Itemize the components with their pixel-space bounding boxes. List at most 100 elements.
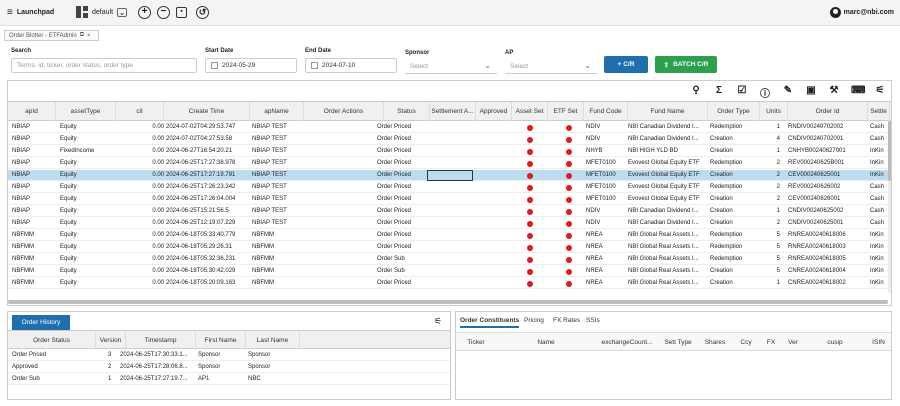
cell-orderId: RNREA00240618006 [788, 232, 846, 238]
cell-settle: Cash [870, 220, 885, 226]
search-input[interactable]: Terms: id, ticker, order status, order t… [11, 58, 197, 73]
layout-selector[interactable]: default ⌄ [76, 6, 128, 18]
end-date-field[interactable]: 2024-07-10 [305, 58, 397, 73]
column-header[interactable]: apId [8, 102, 56, 121]
column-header[interactable]: Order Status [8, 331, 96, 350]
sponsor-label: Sponsor [405, 50, 430, 56]
table-row[interactable]: NBIAP FixedIncome 0.00 2024-06-27T16:54:20.… [8, 146, 891, 157]
batch-cr-button[interactable]: ⇪ BATCH C/R [655, 56, 717, 73]
launchpad-menu[interactable]: ≡ Launchpad [7, 7, 54, 18]
column-header[interactable]: cusip [804, 333, 866, 352]
column-header[interactable]: Order Actions [304, 102, 384, 121]
column-header[interactable]: Ver [782, 333, 804, 352]
column-header[interactable]: Last Name [246, 331, 300, 350]
column-header[interactable]: Units [760, 102, 788, 121]
close-icon[interactable]: × [87, 33, 91, 39]
cell-units: 2 [776, 220, 780, 226]
tab-order-history[interactable]: Order History [12, 315, 70, 331]
column-header[interactable]: Settlement A... [430, 102, 476, 121]
column-header[interactable]: Version [96, 331, 126, 350]
column-header[interactable]: Order Type [708, 102, 760, 121]
column-header[interactable]: ISIN [866, 333, 891, 352]
history-row[interactable]: Approved 2 2024-06-25T17:28:06.8... Sponsor… [8, 362, 450, 373]
checkbox-icon[interactable]: ☑ [736, 85, 748, 96]
cell-assetType: Equity [60, 196, 77, 202]
vertical-scrollbar[interactable] [888, 121, 891, 293]
column-header[interactable]: exchangeCount... [596, 333, 658, 352]
column-header[interactable]: Fund Name [628, 102, 708, 121]
save-icon[interactable]: ▪ [176, 7, 187, 18]
tab-order-constituents[interactable]: Order Constituents [460, 317, 520, 328]
table-row[interactable]: NBIAP Equity 0.00 2024-06-25T17:27:19.791 NB… [8, 170, 891, 181]
popout-icon[interactable]: ⧉ [80, 32, 84, 39]
column-header[interactable]: cil [116, 102, 164, 121]
column-header[interactable]: ETF Set [548, 102, 584, 121]
table-row[interactable]: NBIAP Equity 0.00 2024-06-25T17:26:23.342 NB… [8, 182, 891, 193]
column-header[interactable]: Shares [698, 333, 732, 352]
start-date-field[interactable]: 2024-05-29 [205, 58, 297, 73]
info-icon[interactable]: ⓘ [759, 85, 771, 100]
save-icon[interactable]: ▣ [805, 85, 817, 96]
tab-ssis[interactable]: SSIs [586, 317, 600, 324]
horizontal-scrollbar[interactable] [8, 300, 888, 304]
wrench-icon[interactable]: ⚒ [828, 85, 840, 96]
cell-orderId: CNREA00240618004 [788, 268, 846, 274]
tab-pricing[interactable]: Pricing [524, 317, 544, 324]
user-account[interactable]: marc@nbi.com [829, 7, 894, 18]
clear-filter-icon[interactable]: ⚟ [434, 316, 442, 327]
end-date-value: 2024-07-10 [322, 62, 356, 69]
ap-select[interactable]: Select ⌄ [505, 59, 597, 74]
cell-settle: InKin [870, 232, 884, 238]
table-row[interactable]: NBFMM Equity 0.00 2024-06-18T05:32:36.231 NB… [8, 254, 891, 265]
cell-orderType: Creation [710, 196, 733, 202]
column-header[interactable]: Status [384, 102, 430, 121]
history-row[interactable]: Order Sub 1 2024-06-25T17:27:19.7... AP1 NBC [8, 374, 450, 385]
cell-apName: NBIAP TEST [252, 220, 287, 226]
tab-fx-rates[interactable]: FX Rates [553, 317, 580, 324]
search-placeholder: Terms: id, ticker, order status, order t… [17, 62, 133, 69]
column-header[interactable]: apName [250, 102, 304, 121]
table-row[interactable]: NBFMM Equity 0.00 2024-06-18T05:33:40.779 NB… [8, 230, 891, 241]
keyboard-icon[interactable]: ⌨ [851, 85, 865, 96]
table-row[interactable]: NBIAP Equity 0.00 2024-07-02T04:29:53.747 NB… [8, 122, 891, 133]
create-redeem-button[interactable]: + C/R [604, 56, 648, 73]
tab-order-blotter[interactable]: Order Blotter - ETFAdmin ⧉ × [4, 30, 99, 41]
column-header[interactable]: assetType [56, 102, 116, 121]
column-header[interactable]: Ticker [456, 333, 496, 352]
column-header[interactable]: Create Time [164, 102, 250, 121]
table-row[interactable]: NBIAP Equity 0.00 2024-06-25T15:21:56.5 NBIA… [8, 206, 891, 217]
column-header[interactable]: Order Id [788, 102, 868, 121]
sigma-icon[interactable]: Σ [713, 85, 725, 96]
cell-fundName: NBI HIGH YLD BD [628, 148, 678, 154]
history-icon[interactable]: ↺ [196, 6, 209, 19]
cell-fundCode: NREA [586, 256, 603, 262]
cell-createTime: 2024-06-25T17:26:04.004 [166, 196, 236, 202]
table-row[interactable]: NBIAP Equity 0.00 2024-06-25T12:19:07.229 NB… [8, 218, 891, 229]
search-icon[interactable]: ⚲ [690, 85, 702, 96]
column-header[interactable]: Approved [476, 102, 512, 121]
column-header[interactable]: Timestamp [126, 331, 196, 350]
add-circle-icon[interactable]: + [138, 6, 151, 19]
column-header[interactable]: First Name [196, 331, 246, 350]
table-row[interactable]: NBFMM Equity 0.00 2024-06-18T05:29:26.31 NBF… [8, 242, 891, 253]
column-header[interactable]: Settle [868, 102, 890, 121]
column-header[interactable]: Name [496, 333, 596, 352]
history-row[interactable]: Order Priced 3 2024-06-25T17:30:33.1... Spo… [8, 350, 450, 361]
clear-filter-icon[interactable]: ⚟ [874, 85, 886, 96]
cell-orderType: Creation [710, 220, 733, 226]
column-header[interactable]: Ccy [732, 333, 760, 352]
column-header[interactable]: Sett Type [658, 333, 698, 352]
cell-apName: NBFMM [252, 280, 274, 286]
sponsor-select[interactable]: Select ⌄ [405, 59, 497, 74]
table-row[interactable]: NBIAP Equity 0.00 2024-06-25T17:27:38.978 NB… [8, 158, 891, 169]
column-header[interactable]: FX [760, 333, 782, 352]
column-header[interactable]: Fund Code [584, 102, 628, 121]
active-cell[interactable] [427, 170, 473, 181]
table-row[interactable]: NBFMM Equity 0.00 2024-06-18T05:20:09.163 NB… [8, 278, 891, 289]
edit-icon[interactable]: ✎ [782, 85, 794, 96]
table-row[interactable]: NBIAP Equity 0.00 2024-06-25T17:26:04.004 NB… [8, 194, 891, 205]
table-row[interactable]: NBFMM Equity 0.00 2024-06-18T05:30:42.029 NB… [8, 266, 891, 277]
table-row[interactable]: NBIAP Equity 0.00 2024-07-02T04:27:53.58 NBI… [8, 134, 891, 145]
remove-circle-icon[interactable]: − [157, 6, 170, 19]
column-header[interactable]: Asset Set [512, 102, 548, 121]
